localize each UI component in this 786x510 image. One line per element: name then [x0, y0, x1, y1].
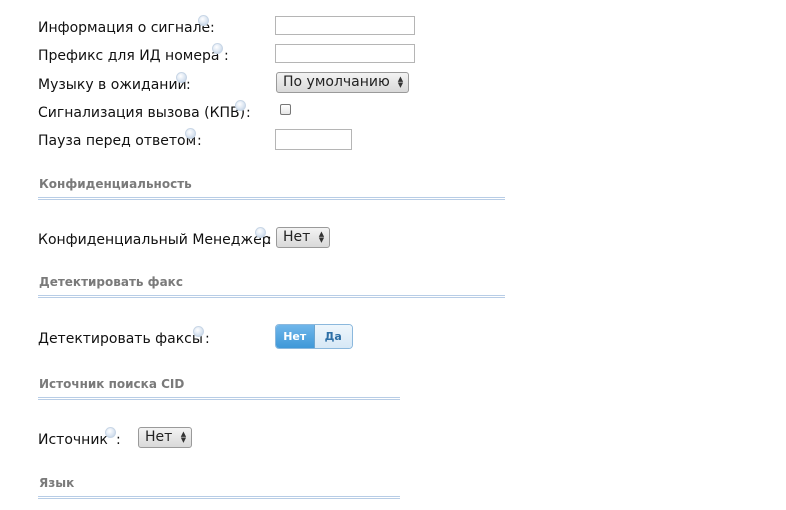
fax-detect-toggle[interactable]: Нет Да: [275, 324, 353, 349]
call-alert-label: Сигнализация вызова (КПВ): [38, 105, 246, 121]
select-arrows-icon: ▲ ▼: [318, 230, 325, 244]
cid-source-label: Источник: [38, 432, 108, 448]
answer-pause-input[interactable]: [275, 129, 352, 150]
help-icon[interactable]: [235, 100, 246, 111]
section-title-cid: Источник поиска CID: [39, 377, 185, 391]
help-icon[interactable]: [212, 43, 223, 54]
colon: :: [267, 232, 272, 248]
signal-info-label: Информация о сигнале: [38, 20, 211, 36]
section-divider: [38, 295, 505, 298]
section-title-privacy: Конфиденциальность: [39, 177, 192, 191]
help-icon[interactable]: [185, 128, 196, 139]
help-icon[interactable]: [198, 15, 209, 26]
privacy-manager-select[interactable]: Нет ▲ ▼: [276, 227, 330, 248]
fax-detect-option-yes[interactable]: Да: [314, 325, 352, 348]
colon: :: [186, 77, 191, 93]
help-icon[interactable]: [255, 227, 266, 238]
colon: :: [246, 105, 251, 121]
fax-detect-option-no[interactable]: Нет: [276, 325, 315, 348]
fax-detect-label: Детектировать факсы: [38, 331, 203, 347]
section-divider: [38, 397, 400, 400]
music-on-hold-label: Музыку в ожидании: [38, 77, 187, 93]
music-on-hold-select[interactable]: По умолчанию ▲ ▼: [276, 72, 409, 93]
cid-source-select[interactable]: Нет ▲ ▼: [138, 427, 192, 448]
music-on-hold-value: По умолчанию: [283, 74, 390, 90]
section-title-language: Язык: [39, 476, 75, 490]
select-arrows-icon: ▲ ▼: [397, 75, 404, 89]
section-title-fax: Детектировать факс: [39, 275, 183, 289]
privacy-manager-label: Конфиденциальный Менеджер: [38, 232, 271, 248]
id-prefix-label: Префикс для ИД номера: [38, 48, 220, 64]
answer-pause-label: Пауза перед ответом: [38, 133, 197, 149]
colon: :: [224, 48, 229, 64]
privacy-manager-value: Нет: [283, 229, 311, 245]
signal-info-input[interactable]: [275, 16, 415, 35]
section-divider: [38, 197, 505, 200]
colon: :: [197, 133, 202, 149]
help-icon[interactable]: [193, 326, 204, 337]
cid-source-value: Нет: [145, 429, 173, 445]
section-divider: [38, 496, 400, 499]
call-alert-checkbox[interactable]: [280, 104, 291, 115]
id-prefix-input[interactable]: [275, 44, 415, 63]
colon: :: [205, 331, 210, 347]
colon: :: [210, 20, 215, 36]
help-icon[interactable]: [105, 427, 116, 438]
select-arrows-icon: ▲ ▼: [180, 430, 187, 444]
colon: :: [116, 432, 121, 448]
